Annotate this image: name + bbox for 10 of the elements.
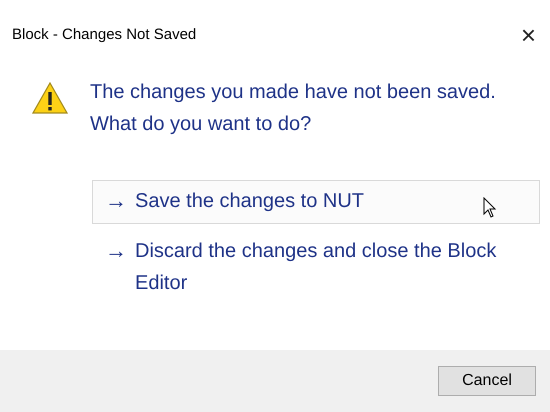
cancel-button[interactable]: Cancel	[438, 366, 536, 396]
arrow-icon: →	[105, 185, 127, 217]
command-link[interactable]: → Save the changes to NUT	[92, 180, 540, 224]
warning-icon	[32, 82, 68, 114]
arrow-icon: →	[105, 235, 127, 267]
command-link[interactable]: → Discard the changes and close the Block Editor	[92, 230, 540, 304]
window-title: Block - Changes Not Saved	[12, 24, 196, 45]
mouse-pointer-icon	[483, 197, 497, 219]
message-text: The changes you made have not been saved. What do you want to do?	[90, 80, 497, 137]
close-button[interactable]: ×	[516, 22, 540, 48]
